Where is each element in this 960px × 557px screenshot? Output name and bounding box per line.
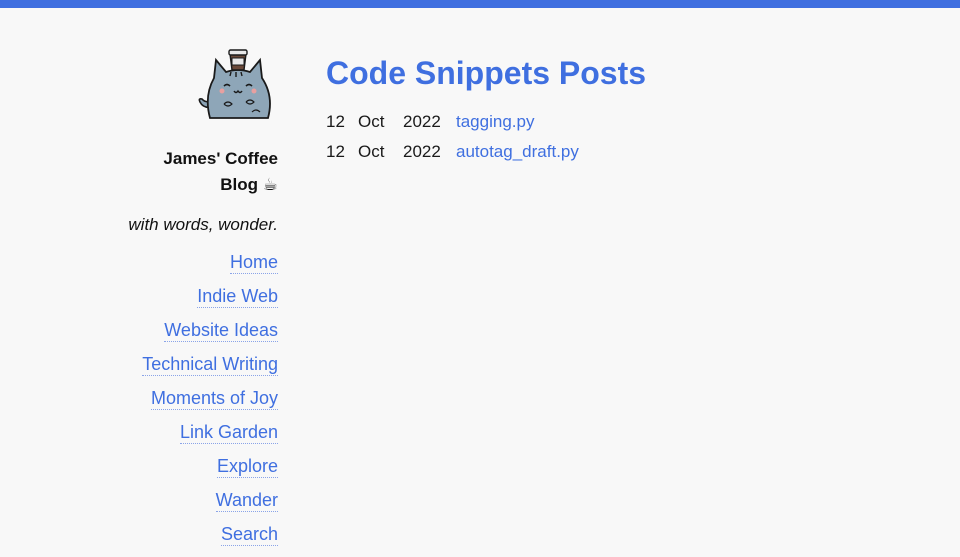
- nav-link-wander[interactable]: Wander: [215, 489, 278, 512]
- post-date-day: 12: [326, 112, 345, 131]
- nav-link-technical-writing[interactable]: Technical Writing: [142, 353, 278, 376]
- main-content: Code Snippets Posts 12 Oct 2022 tagging.…: [326, 52, 646, 172]
- nav-link-home[interactable]: Home: [229, 251, 278, 274]
- nav-link-moments-of-joy[interactable]: Moments of Joy: [150, 387, 278, 410]
- sidebar-nav: Home Indie Web Website Ideas Technical W…: [60, 251, 278, 557]
- post-link[interactable]: autotag_draft.py: [456, 142, 579, 162]
- blog-title: James' Coffee Blog ☕: [60, 146, 278, 198]
- post-date-month: Oct: [358, 142, 385, 161]
- nav-link-search[interactable]: Search: [220, 523, 278, 546]
- nav-link-website-ideas[interactable]: Website Ideas: [164, 319, 278, 342]
- blog-title-line1: James' Coffee: [163, 149, 278, 168]
- post-list: 12 Oct 2022 tagging.py 12 Oct 2022 autot…: [326, 112, 646, 172]
- blog-title-line2: Blog: [220, 175, 259, 194]
- coffee-emoji-icon: ☕: [262, 175, 278, 194]
- cat-with-coffee-icon[interactable]: [196, 44, 278, 122]
- post-date-month: Oct: [358, 112, 385, 131]
- post-date-year: 2022: [403, 112, 441, 131]
- sidebar: James' Coffee Blog ☕ with words, wonder.…: [60, 44, 278, 557]
- nav-link-link-garden[interactable]: Link Garden: [179, 421, 278, 444]
- nav-link-explore[interactable]: Explore: [216, 455, 278, 478]
- post-item: 12 Oct 2022 autotag_draft.py: [326, 142, 646, 172]
- post-date-day: 12: [326, 142, 345, 161]
- post-item: 12 Oct 2022 tagging.py: [326, 112, 646, 142]
- site-tagline: with words, wonder.: [128, 215, 278, 234]
- post-link[interactable]: tagging.py: [456, 112, 534, 132]
- post-date-year: 2022: [403, 142, 441, 161]
- page-title: Code Snippets Posts: [326, 55, 647, 91]
- top-accent-bar: [0, 0, 960, 8]
- nav-link-indie-web[interactable]: Indie Web: [197, 285, 278, 308]
